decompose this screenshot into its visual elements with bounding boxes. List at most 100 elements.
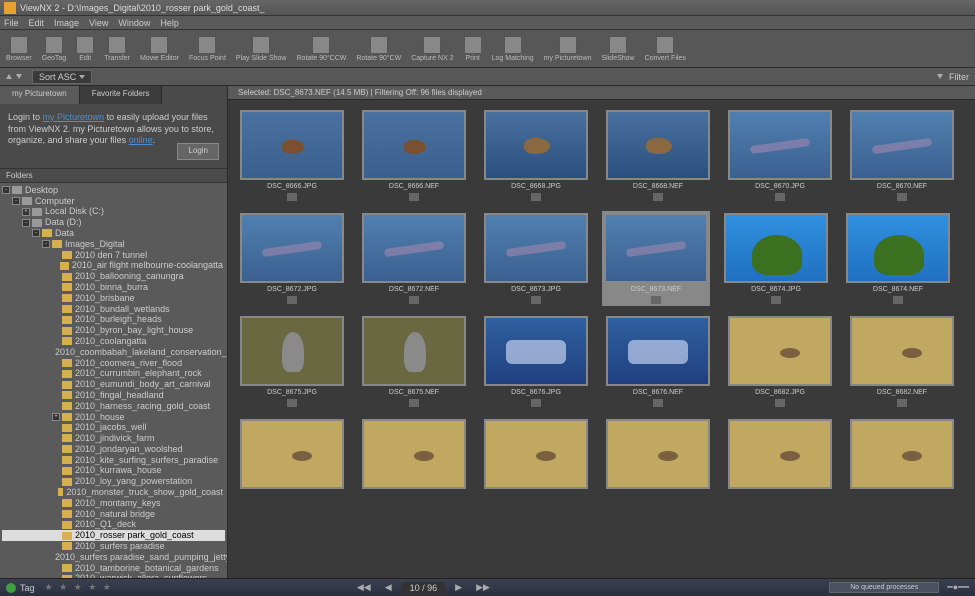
tree-item[interactable]: 2010_kurrawa_house [2, 465, 225, 476]
tree-item[interactable]: 2010_coomera_river_flood [2, 358, 225, 369]
tree-item[interactable]: 2010_surfers paradise [2, 541, 225, 552]
tree-expand-icon[interactable]: + [22, 208, 30, 216]
thumbnail-item[interactable]: DSC_8682.NEF [848, 316, 956, 407]
zoom-slider-icon[interactable]: ━●━━ [947, 582, 969, 593]
thumbnail-grid[interactable]: DSC_8666.JPGDSC_8666.NEFDSC_8668.JPGDSC_… [228, 100, 975, 578]
login-link[interactable]: my Picturetown [43, 112, 105, 122]
toolbar-rotate-90-ccw[interactable]: Rotate 90°CCW [295, 34, 349, 64]
tree-item[interactable]: 2010_byron_bay_light_house [2, 325, 225, 336]
thumbnail-item[interactable]: DSC_8676.NEF [604, 316, 712, 407]
tree-expand-icon[interactable]: - [12, 197, 20, 205]
toolbar-play-slide-show[interactable]: Play Slide Show [234, 34, 289, 64]
nav-first-button[interactable]: ◀◀ [353, 582, 375, 593]
tree-item[interactable]: 2010_coolangatta [2, 336, 225, 347]
tree-item[interactable]: 2010_harness_racing_gold_coast [2, 401, 225, 412]
thumbnail-item[interactable]: DSC_8666.NEF [360, 110, 468, 201]
tree-item[interactable]: 2010_kite_surfing_surfers_paradise [2, 455, 225, 466]
tree-expand-icon[interactable]: - [22, 219, 30, 227]
tree-item[interactable]: 2010_brisbane [2, 293, 225, 304]
tree-item[interactable]: 2010_eumundi_body_art_carnival [2, 379, 225, 390]
login-button[interactable]: Login [177, 143, 219, 159]
tree-item[interactable]: 2010_jindivick_farm [2, 433, 225, 444]
tree-item[interactable]: 2010_montamy_keys [2, 498, 225, 509]
toolbar-capture-nx-2[interactable]: Capture NX 2 [409, 34, 455, 64]
sort-dropdown[interactable]: Sort ASC [32, 70, 92, 84]
toolbar-log-matching[interactable]: Log Matching [490, 34, 536, 64]
tree-item[interactable]: 2010_currumbin_elephant_rock [2, 368, 225, 379]
toolbar-rotate-90-cw[interactable]: Rotate 90°CW [354, 34, 403, 64]
tree-item[interactable]: 2010_tamborine_botanical_gardens [2, 563, 225, 574]
tree-item[interactable]: 2010_monster_truck_show_gold_coast [2, 487, 225, 498]
tree-expand-icon[interactable]: - [42, 240, 50, 248]
thumbnail-item[interactable] [848, 419, 956, 489]
thumbnail-item[interactable]: DSC_8673.NEF [602, 211, 710, 306]
thumbnail-item[interactable]: DSC_8675.NEF [360, 316, 468, 407]
tab-favorite-folders[interactable]: Favorite Folders [80, 86, 163, 104]
thumbnail-item[interactable]: DSC_8682.JPG [726, 316, 834, 407]
tree-item[interactable]: 2010_ballooning_canungra [2, 271, 225, 282]
nav-prev-button[interactable]: ◀ [381, 582, 396, 593]
thumbnail-item[interactable]: DSC_8668.JPG [482, 110, 590, 201]
tree-item[interactable]: -Computer [2, 196, 225, 207]
toolbar-convert-files[interactable]: Convert Files [643, 34, 688, 64]
tab-my-picturetown[interactable]: my Picturetown [0, 86, 80, 104]
thumbnail-item[interactable]: DSC_8670.NEF [848, 110, 956, 201]
tree-item[interactable]: 2010_bundall_wetlands [2, 304, 225, 315]
toolbar-print[interactable]: Print [462, 34, 484, 64]
tree-item[interactable]: 2010_jondaryan_woolshed [2, 444, 225, 455]
tree-item[interactable]: -Desktop [2, 185, 225, 196]
toolbar-geotag[interactable]: GeoTag [40, 34, 69, 64]
tree-item[interactable]: -Data (D:) [2, 217, 225, 228]
thumbnail-item[interactable]: DSC_8672.NEF [360, 213, 468, 304]
thumbnail-item[interactable]: DSC_8675.JPG [238, 316, 346, 407]
rating-stars[interactable]: ★ ★ ★ ★ ★ [45, 582, 113, 593]
tree-item[interactable]: -Data [2, 228, 225, 239]
tree-item[interactable]: 2010_loy_yang_powerstation [2, 476, 225, 487]
menu-window[interactable]: Window [118, 18, 150, 28]
tree-item[interactable]: 2010_rosser park_gold_coast [2, 530, 225, 541]
toolbar-transfer[interactable]: Transfer [102, 34, 132, 64]
tree-item[interactable]: +2010_house [2, 412, 225, 423]
tree-expand-icon[interactable]: - [32, 229, 40, 237]
thumbnail-item[interactable] [726, 419, 834, 489]
tree-item[interactable]: +Local Disk (C:) [2, 206, 225, 217]
nav-last-button[interactable]: ▶▶ [472, 582, 494, 593]
collapse-icon[interactable] [16, 74, 22, 79]
filter-button[interactable]: Filter [937, 72, 969, 82]
toolbar-my-picturetown[interactable]: my Picturetown [542, 34, 594, 64]
thumbnail-item[interactable]: DSC_8670.JPG [726, 110, 834, 201]
expand-icon[interactable] [6, 74, 12, 79]
menu-edit[interactable]: Edit [29, 18, 45, 28]
thumbnail-item[interactable]: DSC_8674.JPG [722, 213, 830, 304]
nav-next-button[interactable]: ▶ [451, 582, 466, 593]
thumbnail-item[interactable]: DSC_8666.JPG [238, 110, 346, 201]
toolbar-slideshow[interactable]: SlideShow [600, 34, 637, 64]
tree-expand-icon[interactable]: - [2, 186, 10, 194]
thumbnail-item[interactable]: DSC_8676.JPG [482, 316, 590, 407]
thumbnail-item[interactable] [360, 419, 468, 489]
tree-item[interactable]: 2010_burleigh_heads [2, 314, 225, 325]
tree-item[interactable]: 2010 den 7 tunnel [2, 250, 225, 261]
thumbnail-item[interactable] [482, 419, 590, 489]
toolbar-edit[interactable]: Edit [74, 34, 96, 64]
thumbnail-item[interactable] [238, 419, 346, 489]
thumbnail-item[interactable]: DSC_8674.NEF [844, 213, 952, 304]
thumbnail-item[interactable] [604, 419, 712, 489]
menu-image[interactable]: Image [54, 18, 79, 28]
tree-item[interactable]: 2010_coombabah_lakeland_conservation_are… [2, 347, 225, 358]
tree-item[interactable]: 2010_jacobs_well [2, 422, 225, 433]
toolbar-focus-point[interactable]: Focus Point [187, 34, 228, 64]
thumbnail-item[interactable]: DSC_8668.NEF [604, 110, 712, 201]
toolbar-browser[interactable]: Browser [4, 34, 34, 64]
tree-item[interactable]: 2010_natural bridge [2, 509, 225, 520]
tree-item[interactable]: 2010_fingal_headland [2, 390, 225, 401]
thumbnail-item[interactable]: DSC_8672.JPG [238, 213, 346, 304]
online-link[interactable]: online [129, 135, 153, 145]
tree-expand-icon[interactable]: + [52, 413, 60, 421]
tree-item[interactable]: 2010_Q1_deck [2, 519, 225, 530]
tree-item[interactable]: 2010_surfers paradise_sand_pumping_jetty [2, 552, 225, 563]
tree-item[interactable]: 2010_air flight melbourne-coolangatta [2, 260, 225, 271]
tree-item[interactable]: -Images_Digital [2, 239, 225, 250]
menu-view[interactable]: View [89, 18, 108, 28]
tree-item[interactable]: 2010_binna_burra [2, 282, 225, 293]
